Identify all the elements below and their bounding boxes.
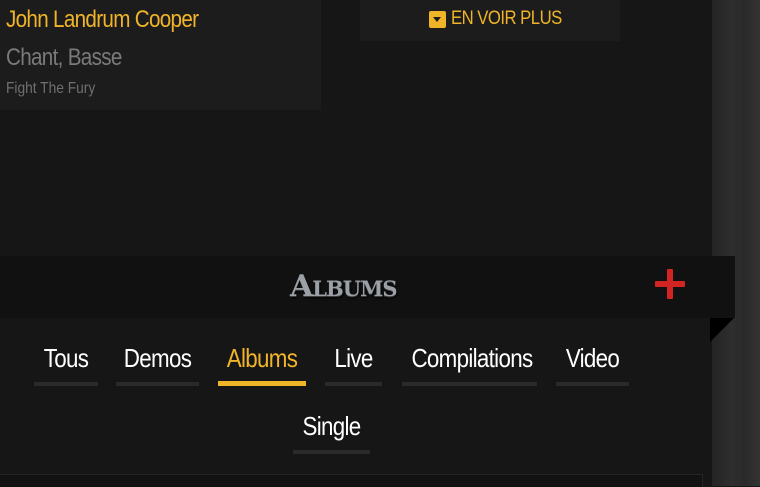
tab-underline xyxy=(116,382,199,386)
member-name[interactable]: John Landrum Cooper xyxy=(6,6,199,34)
tab-underline xyxy=(556,382,629,386)
tab-albums[interactable]: Albums xyxy=(218,328,306,386)
tab-label: Compilations xyxy=(411,343,533,373)
tab-underline xyxy=(34,382,98,386)
tab-demos[interactable]: Demos xyxy=(116,328,199,386)
tab-live[interactable]: Live xyxy=(325,328,382,386)
albums-section-header: Albums xyxy=(0,256,735,318)
tab-compilations[interactable]: Compilations xyxy=(402,328,537,386)
member-band: Fight The Fury xyxy=(6,80,96,97)
content-panel xyxy=(0,474,703,487)
see-more-button[interactable]: EN VOIR PLUS xyxy=(429,6,577,32)
section-title: Albums xyxy=(290,269,398,304)
caret-square-down-icon xyxy=(429,10,446,28)
tab-label: Albums xyxy=(226,343,298,373)
more-card: EN VOIR PLUS xyxy=(360,0,620,41)
tab-underline xyxy=(402,382,537,386)
tab-label: Video xyxy=(565,343,620,373)
tab-video[interactable]: Video xyxy=(556,328,629,386)
tab-single[interactable]: Single xyxy=(293,396,370,454)
member-role: Chant, Basse xyxy=(6,44,122,71)
tab-underline xyxy=(218,381,306,386)
background-texture xyxy=(712,0,760,486)
tab-underline xyxy=(293,450,370,454)
member-card[interactable]: John Landrum Cooper Chant, Basse Fight T… xyxy=(0,0,321,110)
tab-label: Live xyxy=(334,343,373,373)
tab-underline xyxy=(325,382,382,386)
tab-label: Single xyxy=(302,411,361,441)
header-fold-decoration xyxy=(710,318,734,342)
see-more-label: EN VOIR PLUS xyxy=(451,8,562,29)
tab-label: Tous xyxy=(43,343,89,373)
tab-tous[interactable]: Tous xyxy=(34,328,98,386)
plus-icon[interactable] xyxy=(654,269,686,301)
tab-label: Demos xyxy=(123,343,192,373)
